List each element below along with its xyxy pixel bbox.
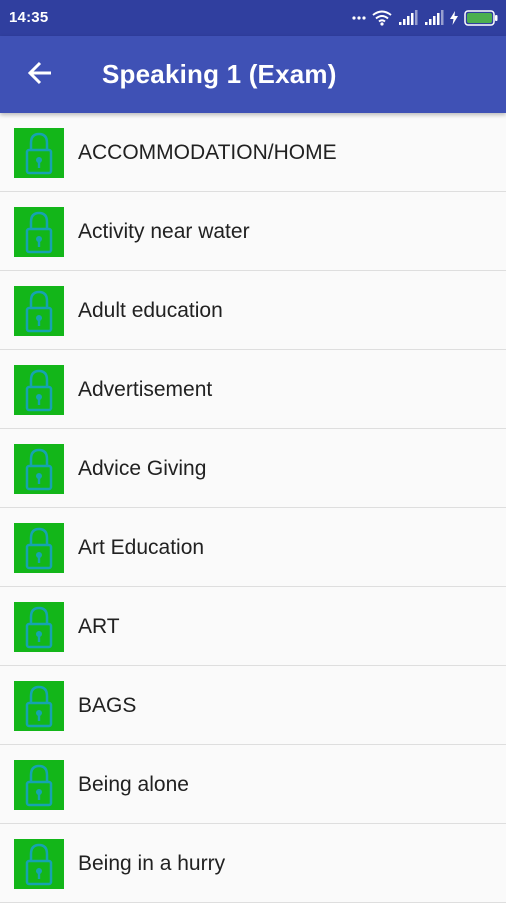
list-item[interactable]: Advertisement: [0, 350, 506, 429]
list-item-label: Advertisement: [78, 378, 213, 401]
padlock-icon: [14, 523, 64, 573]
list-item[interactable]: Activity near water: [0, 192, 506, 271]
list-item[interactable]: ACCOMMODATION/HOME: [0, 113, 506, 192]
list-item-label: BAGS: [78, 694, 137, 717]
list-item-label: Being in a hurry: [78, 852, 226, 875]
charging-icon: [450, 11, 458, 25]
list-item-label: Being alone: [78, 773, 189, 796]
list-item[interactable]: Advice Giving: [0, 429, 506, 508]
wifi-icon: [372, 10, 392, 26]
padlock-icon: [14, 839, 64, 889]
list-item[interactable]: BAGS: [0, 666, 506, 745]
arrow-back-icon: [27, 60, 53, 91]
signal-icon: [424, 10, 444, 26]
list-item-label: Activity near water: [78, 220, 250, 243]
topic-list: ACCOMMODATION/HOME Activity near water Adu…: [0, 113, 506, 903]
padlock-icon: [14, 602, 64, 652]
list-item[interactable]: Art Education: [0, 508, 506, 587]
status-bar: 14:35: [0, 0, 506, 36]
padlock-icon: [14, 760, 64, 810]
padlock-icon: [14, 681, 64, 731]
list-item-label: Art Education: [78, 536, 205, 559]
padlock-icon: [14, 444, 64, 494]
list-item[interactable]: Being alone: [0, 745, 506, 824]
battery-icon: [464, 10, 498, 26]
status-icons: [352, 8, 498, 28]
status-time: 14:35: [9, 9, 49, 26]
back-button[interactable]: [16, 51, 64, 99]
padlock-icon: [14, 128, 64, 178]
app-bar: Speaking 1 (Exam): [0, 36, 506, 113]
more-dots-icon: [352, 15, 366, 21]
list-item[interactable]: Being in a hurry: [0, 824, 506, 903]
padlock-icon: [14, 365, 64, 415]
list-item-label: Advice Giving: [78, 457, 207, 480]
signal-icon: [398, 10, 418, 26]
list-item[interactable]: Adult education: [0, 271, 506, 350]
list-item-label: Adult education: [78, 299, 223, 322]
page-title: Speaking 1 (Exam): [102, 59, 337, 89]
list-item-label: ACCOMMODATION/HOME: [78, 141, 337, 164]
list-item-label: ART: [78, 615, 120, 638]
padlock-icon: [14, 207, 64, 257]
list-item[interactable]: ART: [0, 587, 506, 666]
padlock-icon: [14, 286, 64, 336]
